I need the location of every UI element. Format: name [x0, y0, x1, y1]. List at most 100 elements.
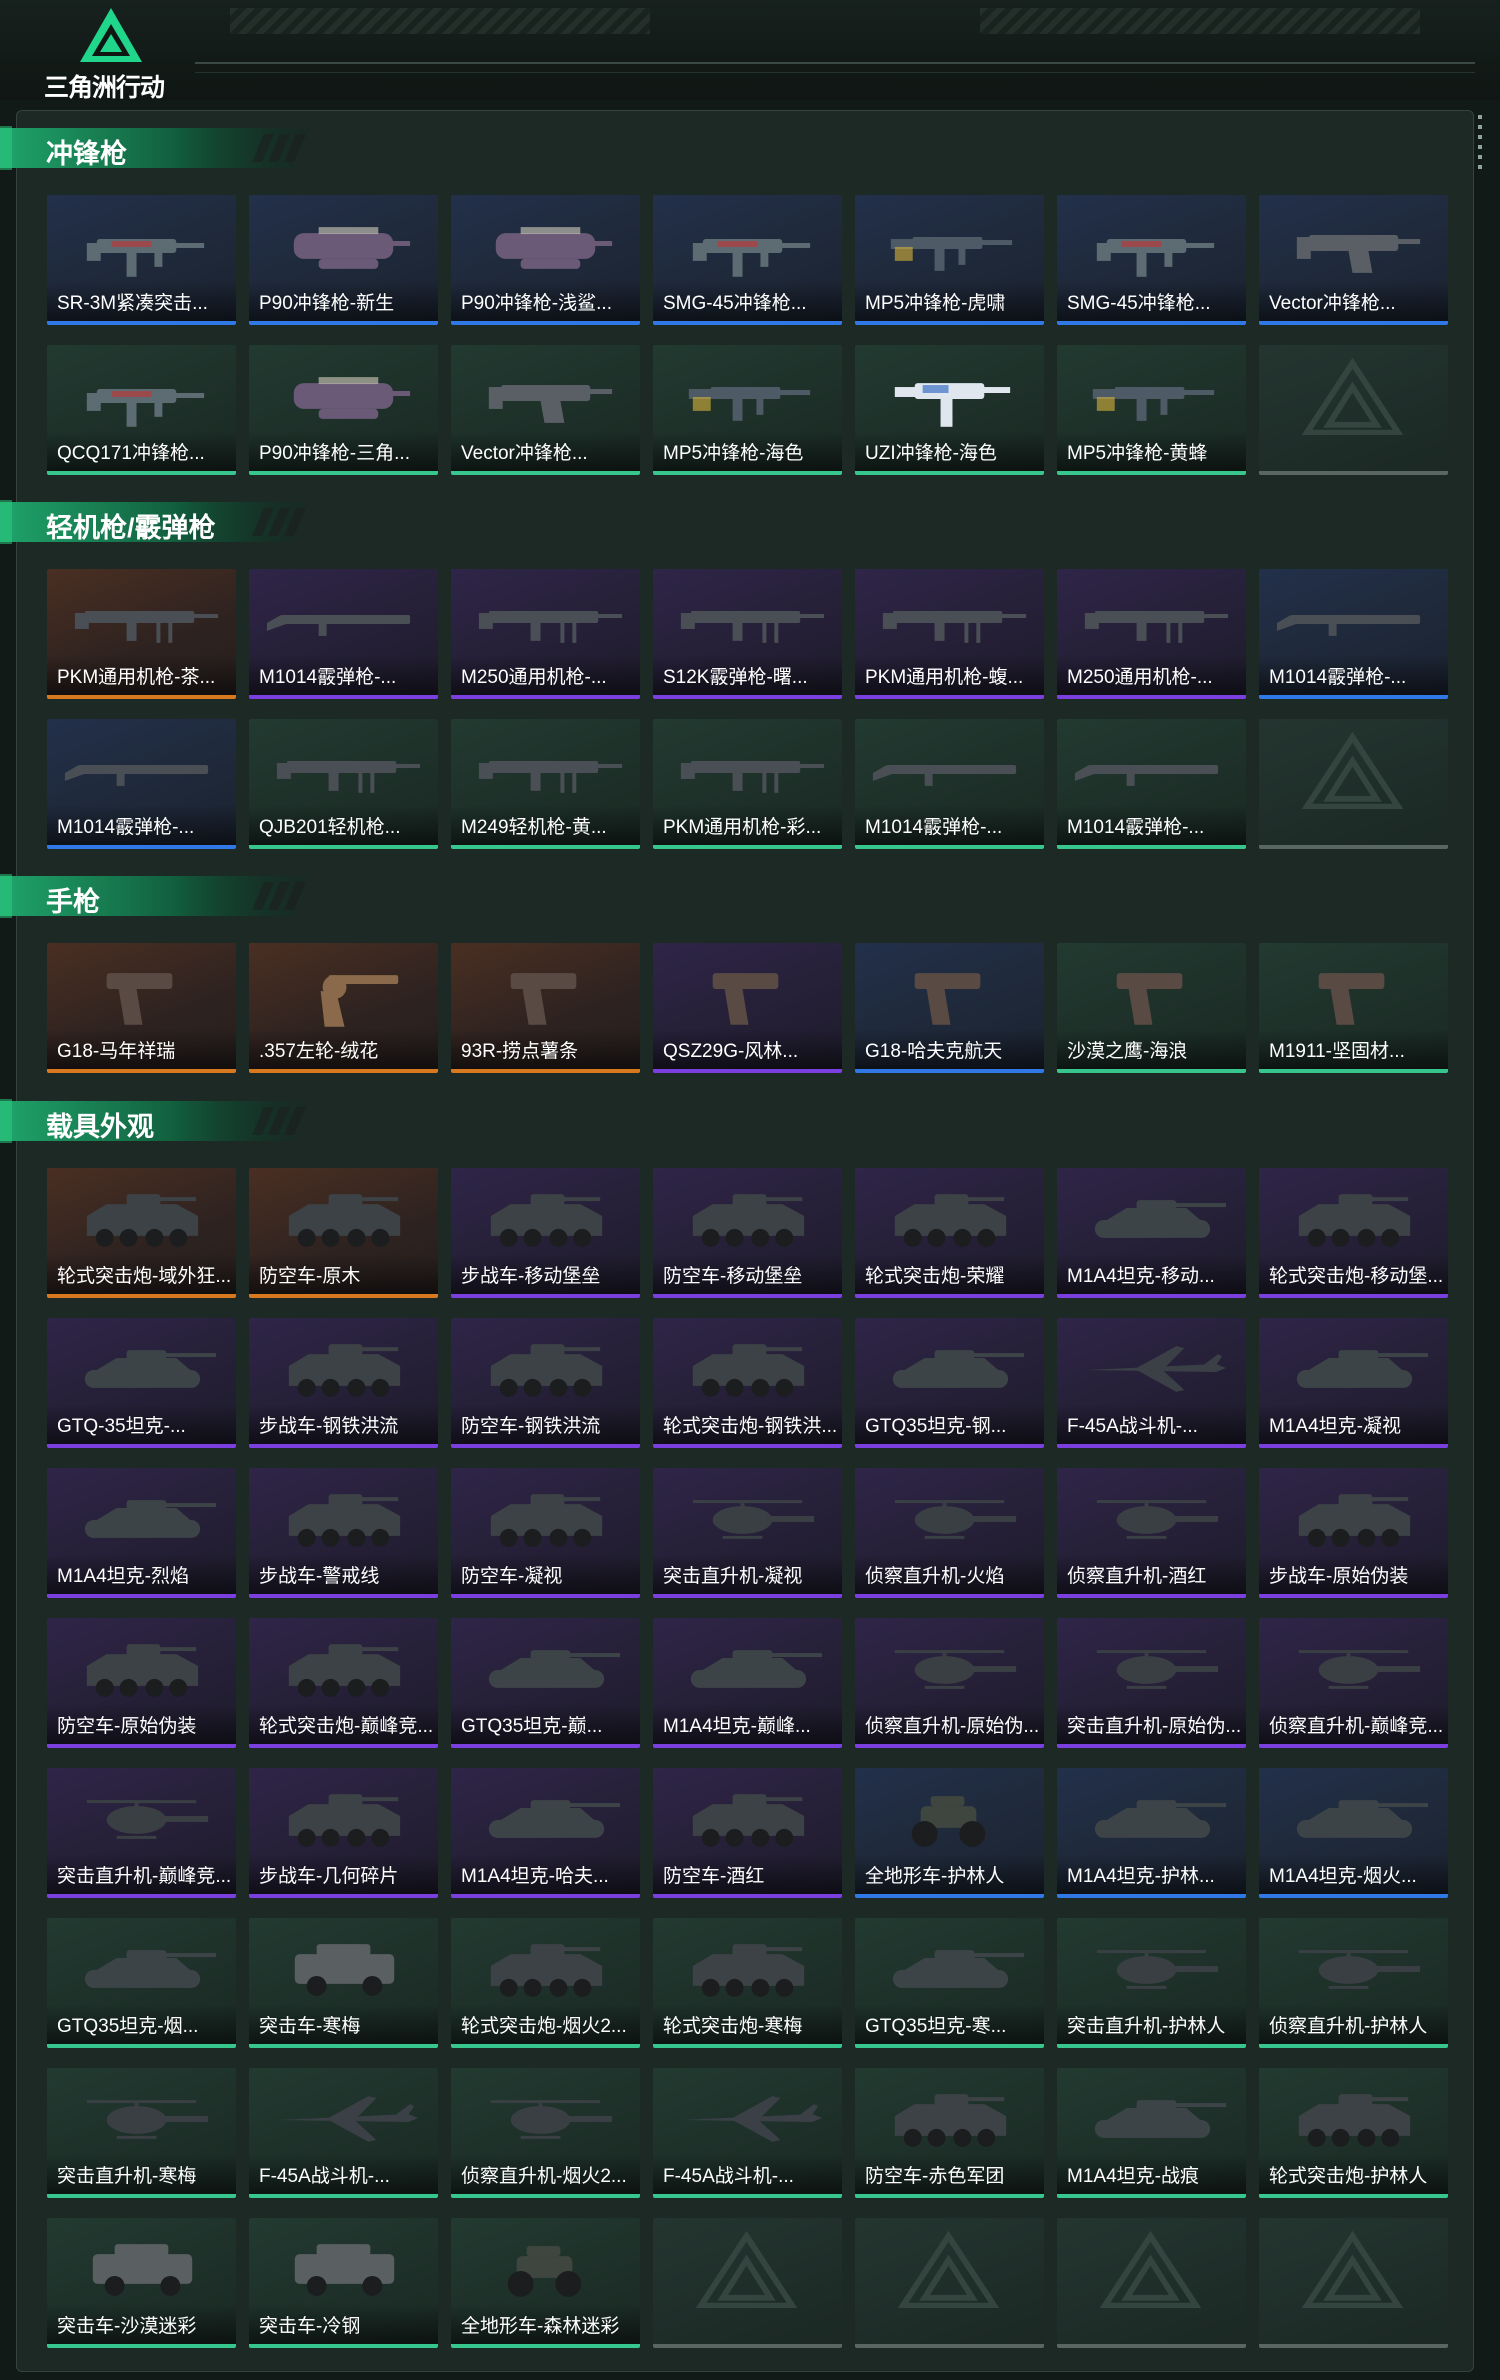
item-card[interactable]: 侦察直升机-巅峰竞...	[1259, 1618, 1448, 1748]
item-name: SMG-45冲锋枪...	[1067, 293, 1211, 314]
item-card[interactable]: M1014霰弹枪-...	[249, 569, 438, 699]
tank-icon	[84, 1950, 217, 1988]
item-card[interactable]: MP5冲锋枪-海色	[653, 345, 842, 475]
item-card[interactable]: G18-哈夫克航天	[855, 943, 1044, 1073]
item-card[interactable]: GTQ35坦克-烟...	[47, 1918, 236, 2048]
item-card[interactable]: 步战车-移动堡垒	[451, 1168, 640, 1298]
item-card[interactable]: GTQ35坦克-巅...	[451, 1618, 640, 1748]
item-card[interactable]: M250通用机枪-...	[1057, 569, 1246, 699]
item-card[interactable]: 侦察直升机-酒红	[1057, 1468, 1246, 1598]
item-card[interactable]: 侦察直升机-火焰	[855, 1468, 1044, 1598]
item-card[interactable]: 侦察直升机-原始伪...	[855, 1618, 1044, 1748]
item-card[interactable]: 防空车-钢铁洪流	[451, 1318, 640, 1448]
item-card[interactable]: 轮式突击炮-护林人	[1259, 2068, 1448, 2198]
item-card[interactable]: P90冲锋枪-浅鲨...	[451, 195, 640, 325]
item-card[interactable]: F-45A战斗机-...	[249, 2068, 438, 2198]
item-card[interactable]: PKM通用机枪-彩...	[653, 719, 842, 849]
item-card[interactable]: 轮式突击炮-巅峰竞...	[249, 1618, 438, 1748]
item-card[interactable]: MP5冲锋枪-虎啸	[855, 195, 1044, 325]
item-card[interactable]: QSZ29G-风林...	[653, 943, 842, 1073]
item-card[interactable]: M1A4坦克-战痕	[1057, 2068, 1246, 2198]
item-card[interactable]: SMG-45冲锋枪...	[653, 195, 842, 325]
item-card[interactable]: QJB201轻机枪...	[249, 719, 438, 849]
item-card[interactable]: M1A4坦克-哈夫...	[451, 1768, 640, 1898]
item-name: 防空车-移动堡垒	[663, 1266, 803, 1287]
item-card[interactable]: 突击车-冷钢	[249, 2218, 438, 2348]
item-card[interactable]: 沙漠之鹰-海浪	[1057, 943, 1246, 1073]
item-card[interactable]: 93R-捞点薯条	[451, 943, 640, 1073]
item-card[interactable]: 轮式突击炮-钢铁洪...	[653, 1318, 842, 1448]
item-card[interactable]: M249轻机枪-黄...	[451, 719, 640, 849]
item-card[interactable]: 轮式突击炮-移动堡...	[1259, 1168, 1448, 1298]
item-card[interactable]: F-45A战斗机-...	[1057, 1318, 1246, 1448]
item-card[interactable]: F-45A战斗机-...	[653, 2068, 842, 2198]
truck-icon	[294, 1944, 395, 1996]
item-card[interactable]: MP5冲锋枪-黄蜂	[1057, 345, 1246, 475]
rarity-bar	[47, 2194, 236, 2198]
scrollbar[interactable]	[1478, 115, 1482, 175]
item-card[interactable]: S12K霰弹枪-曙...	[653, 569, 842, 699]
item-card[interactable]: 步战车-原始伪装	[1259, 1468, 1448, 1598]
item-card[interactable]: P90冲锋枪-新生	[249, 195, 438, 325]
item-card[interactable]: 防空车-移动堡垒	[653, 1168, 842, 1298]
item-card[interactable]: 步战车-钢铁洪流	[249, 1318, 438, 1448]
item-card[interactable]: M1A4坦克-护林...	[1057, 1768, 1246, 1898]
item-card[interactable]: 防空车-原木	[249, 1168, 438, 1298]
item-card[interactable]: GTQ-35坦克-...	[47, 1318, 236, 1448]
empty-slot	[1259, 345, 1448, 475]
item-card[interactable]: M1A4坦克-凝视	[1259, 1318, 1448, 1448]
item-card[interactable]: 轮式突击炮-烟火2...	[451, 1918, 640, 2048]
item-card[interactable]: M1014霰弹枪-...	[1057, 719, 1246, 849]
tank-icon	[488, 1650, 621, 1688]
item-card[interactable]: 突击直升机-巅峰竞...	[47, 1768, 236, 1898]
item-card[interactable]: 轮式突击炮-荣耀	[855, 1168, 1044, 1298]
item-card[interactable]: 突击直升机-寒梅	[47, 2068, 236, 2198]
item-card[interactable]: G18-马年祥瑞	[47, 943, 236, 1073]
item-card[interactable]: 步战车-几何碎片	[249, 1768, 438, 1898]
item-card[interactable]: M1A4坦克-烟火...	[1259, 1768, 1448, 1898]
item-card[interactable]: M250通用机枪-...	[451, 569, 640, 699]
item-card[interactable]: M1014霰弹枪-...	[1259, 569, 1448, 699]
item-card[interactable]: 突击直升机-护林人	[1057, 1918, 1246, 2048]
item-card[interactable]: M1A4坦克-移动...	[1057, 1168, 1246, 1298]
item-card[interactable]: GTQ35坦克-寒...	[855, 1918, 1044, 2048]
item-card[interactable]: 轮式突击炮-域外狂...	[47, 1168, 236, 1298]
mp5-icon	[890, 237, 1013, 271]
item-card[interactable]: M1911-坚固材...	[1259, 943, 1448, 1073]
rarity-bar	[1057, 2194, 1246, 2198]
item-card[interactable]: 全地形车-护林人	[855, 1768, 1044, 1898]
item-card[interactable]: Vector冲锋枪...	[451, 345, 640, 475]
item-card[interactable]: QCQ171冲锋枪...	[47, 345, 236, 475]
item-card[interactable]: 突击车-寒梅	[249, 1918, 438, 2048]
game-logo: 三角洲行动	[40, 2, 180, 102]
item-card[interactable]: SMG-45冲锋枪...	[1057, 195, 1246, 325]
item-card[interactable]: 突击车-沙漠迷彩	[47, 2218, 236, 2348]
item-card[interactable]: 轮式突击炮-寒梅	[653, 1918, 842, 2048]
item-card[interactable]: PKM通用机枪-茶...	[47, 569, 236, 699]
item-card[interactable]: GTQ35坦克-钢...	[855, 1318, 1044, 1448]
item-card[interactable]: M1A4坦克-烈焰	[47, 1468, 236, 1598]
item-card[interactable]: 侦察直升机-烟火2...	[451, 2068, 640, 2198]
item-card[interactable]: 侦察直升机-护林人	[1259, 1918, 1448, 2048]
item-name: F-45A战斗机-...	[663, 2166, 794, 2187]
item-card[interactable]: 防空车-酒红	[653, 1768, 842, 1898]
top-banner: 三角洲行动	[0, 0, 1500, 102]
item-card[interactable]: 防空车-原始伪装	[47, 1618, 236, 1748]
item-card[interactable]: M1014霰弹枪-...	[855, 719, 1044, 849]
rarity-bar	[1057, 1294, 1246, 1298]
item-card[interactable]: PKM通用机枪-蝮...	[855, 569, 1044, 699]
item-card[interactable]: M1014霰弹枪-...	[47, 719, 236, 849]
empty-slot	[1259, 719, 1448, 849]
item-card[interactable]: 防空车-凝视	[451, 1468, 640, 1598]
item-card[interactable]: 突击直升机-凝视	[653, 1468, 842, 1598]
item-card[interactable]: SR-3M紧凑突击...	[47, 195, 236, 325]
item-card[interactable]: 全地形车-森林迷彩	[451, 2218, 640, 2348]
item-card[interactable]: 突击直升机-原始伪...	[1057, 1618, 1246, 1748]
item-card[interactable]: P90冲锋枪-三角...	[249, 345, 438, 475]
item-card[interactable]: Vector冲锋枪...	[1259, 195, 1448, 325]
item-card[interactable]: .357左轮-绒花	[249, 943, 438, 1073]
item-card[interactable]: 步战车-警戒线	[249, 1468, 438, 1598]
item-card[interactable]: M1A4坦克-巅峰...	[653, 1618, 842, 1748]
item-card[interactable]: UZI冲锋枪-海色	[855, 345, 1044, 475]
item-card[interactable]: 防空车-赤色军团	[855, 2068, 1044, 2198]
